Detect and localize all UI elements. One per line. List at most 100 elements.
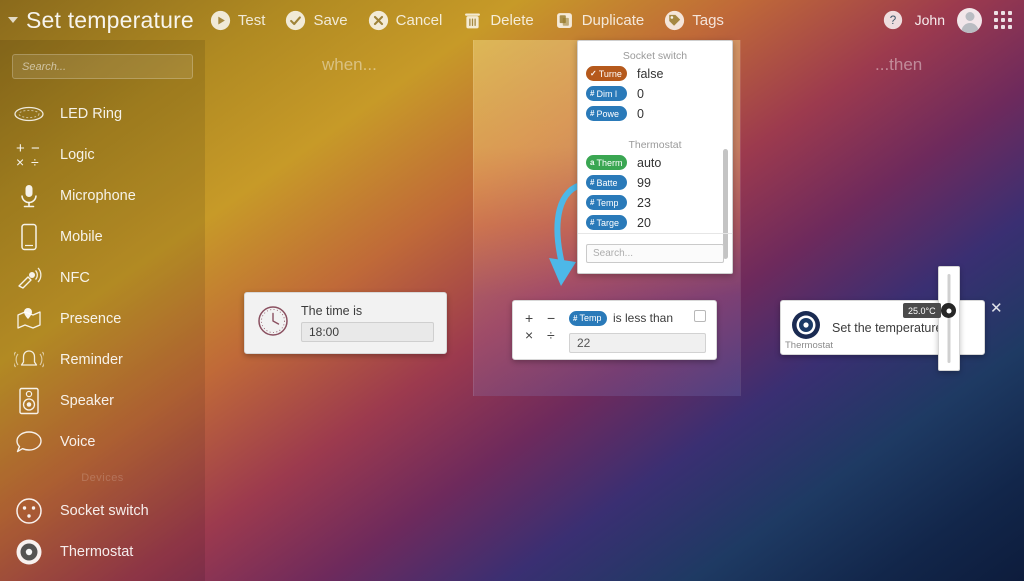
- sidebar-item-label: NFC: [60, 269, 90, 286]
- variable-list: Socket switch ✓ Turne false # Dim l 0 # …: [578, 41, 732, 233]
- variable-row[interactable]: a Therm auto: [586, 155, 724, 170]
- pill-label: Dim l: [596, 88, 617, 99]
- sidebar-item-label: Speaker: [60, 392, 115, 409]
- sidebar-item-microphone[interactable]: Microphone: [0, 175, 205, 216]
- stopwatch-icon[interactable]: [964, 302, 981, 325]
- condition-operator-text: is less than: [613, 311, 674, 325]
- sidebar-item-label: Thermostat: [60, 543, 134, 560]
- variable-row[interactable]: # Dim l 0: [586, 86, 724, 101]
- toolbar-button-test[interactable]: Test: [210, 10, 265, 31]
- sidebar-item-speaker[interactable]: Speaker: [0, 380, 205, 421]
- condition-body: # Temp is less than 22: [569, 309, 706, 353]
- search-input[interactable]: Search...: [12, 54, 193, 79]
- variable-pill[interactable]: # Powe: [586, 106, 627, 121]
- close-icon[interactable]: ✕: [990, 301, 1003, 316]
- question-circle-icon[interactable]: ?: [883, 10, 903, 30]
- clock-icon: [257, 305, 289, 342]
- operator-multiply[interactable]: ×: [525, 328, 539, 342]
- variable-picker-panel[interactable]: Socket switch ✓ Turne false # Dim l 0 # …: [577, 40, 733, 274]
- variable-value: 0: [637, 106, 644, 121]
- chevron-down-icon[interactable]: [8, 17, 18, 23]
- sidebar-item-led-ring[interactable]: LED Ring: [0, 93, 205, 134]
- variable-value: auto: [637, 155, 662, 170]
- action-device-name: Thermostat: [785, 340, 834, 351]
- card-time-condition[interactable]: The time is 18:00: [244, 292, 447, 354]
- variable-pill-temperature[interactable]: # Temp: [569, 310, 607, 326]
- time-value-input[interactable]: 18:00: [301, 322, 434, 342]
- variable-pill[interactable]: # Targe: [586, 215, 627, 230]
- variable-pill[interactable]: ✓ Turne: [586, 66, 627, 81]
- sidebar: Search... LED Ring + − × ÷ Logic Microph…: [0, 40, 205, 581]
- sidebar-item-nfc[interactable]: NFC: [0, 257, 205, 298]
- toolbar-button-duplicate[interactable]: Duplicate: [554, 10, 644, 31]
- variable-pill[interactable]: a Therm: [586, 155, 627, 170]
- sidebar-item-label: Voice: [60, 433, 96, 450]
- variable-row[interactable]: # Powe 0: [586, 106, 724, 121]
- toolbar: Set temperature Test Save Cancel Delete …: [0, 0, 1024, 40]
- pill-type-symbol: #: [590, 218, 595, 227]
- variable-pill[interactable]: # Temp: [586, 195, 627, 210]
- pill-type-symbol: #: [590, 178, 595, 187]
- panel-search-area: Search...: [578, 233, 732, 273]
- variable-value: 20: [637, 215, 651, 230]
- pill-label: Temp: [579, 313, 602, 323]
- variable-group-title: Thermostat: [628, 139, 682, 151]
- pill-type-symbol: a: [590, 158, 595, 167]
- operator-minus[interactable]: −: [547, 311, 561, 325]
- condition-value-input[interactable]: 22: [569, 333, 706, 353]
- variable-row-temperature[interactable]: # Temp 23: [586, 195, 724, 210]
- sidebar-item-label: Presence: [60, 310, 122, 327]
- variable-value: 23: [637, 195, 651, 210]
- toolbar-button-tags[interactable]: Tags: [664, 10, 724, 31]
- sidebar-item-reminder[interactable]: Reminder: [0, 339, 205, 380]
- pill-type-symbol: ✓: [590, 69, 597, 78]
- sidebar-item-presence[interactable]: Presence: [0, 298, 205, 339]
- toolbar-label-save: Save: [313, 11, 348, 29]
- copy-icon: [556, 12, 572, 28]
- panel-search-input[interactable]: Search...: [586, 244, 724, 263]
- temperature-slider-knob[interactable]: [941, 303, 956, 318]
- check-circle-icon: [286, 10, 306, 30]
- sidebar-item-thermostat[interactable]: Thermostat: [0, 531, 205, 572]
- variable-row[interactable]: # Targe 20: [586, 215, 724, 230]
- variable-value: false: [637, 66, 664, 81]
- voice-icon: [12, 427, 46, 457]
- presence-icon: [12, 304, 46, 334]
- toolbar-button-save[interactable]: Save: [285, 10, 348, 31]
- card-temperature-condition[interactable]: + − × ÷ # Temp is less than 22: [512, 300, 717, 360]
- variable-pill[interactable]: # Batte: [586, 175, 627, 190]
- user-name[interactable]: John: [915, 12, 945, 28]
- toolbar-button-cancel[interactable]: Cancel: [368, 10, 442, 31]
- condition-checkbox[interactable]: [694, 310, 706, 322]
- sidebar-item-mobile[interactable]: Mobile: [0, 216, 205, 257]
- pill-type-symbol: #: [573, 313, 578, 323]
- sidebar-item-label: Mobile: [60, 228, 103, 245]
- socket-switch-icon: [12, 496, 46, 526]
- toolbar-label-tags: Tags: [692, 11, 724, 29]
- pill-type-symbol: #: [590, 198, 595, 207]
- variable-pill[interactable]: # Dim l: [586, 86, 627, 101]
- variable-row[interactable]: ✓ Turne false: [586, 66, 724, 81]
- operator-plus[interactable]: +: [525, 311, 539, 325]
- pill-type-symbol: #: [590, 89, 595, 98]
- column-divider-left: [473, 40, 474, 396]
- sidebar-item-label: LED Ring: [60, 105, 123, 122]
- operator-divide[interactable]: ÷: [547, 328, 561, 342]
- avatar[interactable]: [957, 7, 982, 33]
- panel-search-placeholder: Search...: [593, 248, 634, 259]
- apps-grid-icon[interactable]: [994, 11, 1012, 29]
- toolbar-button-delete[interactable]: Delete: [462, 10, 534, 31]
- toolbar-label-delete: Delete: [490, 11, 534, 29]
- pill-label: Batte: [596, 177, 618, 188]
- sidebar-item-label: Microphone: [60, 187, 136, 204]
- sidebar-item-socket-switch[interactable]: Socket switch: [0, 490, 205, 531]
- temperature-slider[interactable]: [938, 266, 960, 371]
- thermostat-icon: [12, 537, 46, 567]
- app-root: Set temperature Test Save Cancel Delete …: [0, 0, 1024, 581]
- variable-value: 99: [637, 175, 651, 190]
- condition-expression: # Temp is less than: [569, 309, 706, 327]
- sidebar-item-logic[interactable]: + − × ÷ Logic: [0, 134, 205, 175]
- time-card-title: The time is: [301, 304, 363, 318]
- sidebar-item-voice[interactable]: Voice: [0, 421, 205, 462]
- variable-row[interactable]: # Batte 99: [586, 175, 724, 190]
